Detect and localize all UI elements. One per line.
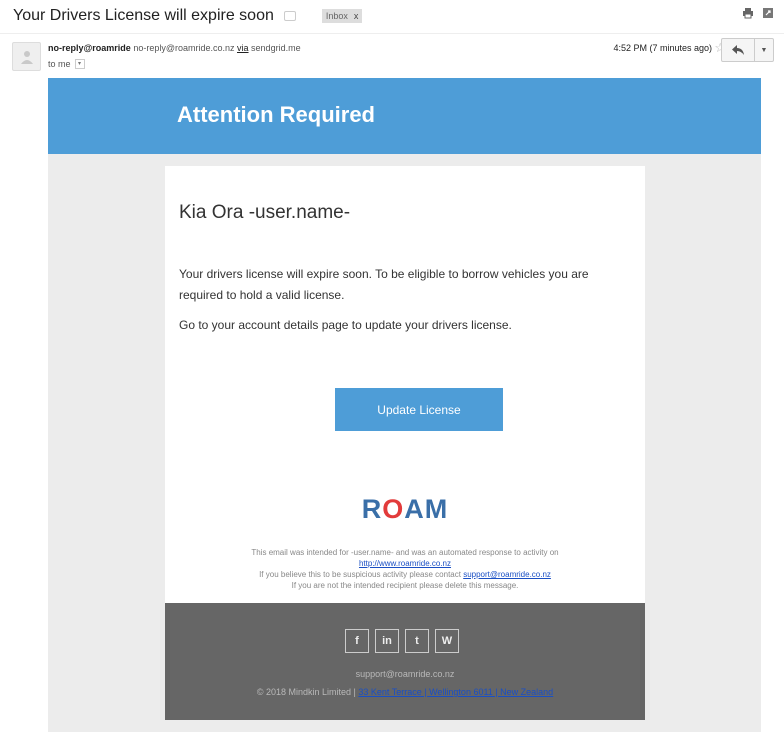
wordpress-icon[interactable]: W	[435, 629, 459, 653]
disclaimer: This email was intended for -user.name- …	[165, 547, 645, 591]
inbox-label-text: Inbox	[325, 11, 348, 21]
email-footer: f in t W support@roamride.co.nz © 2018 M…	[165, 603, 645, 720]
header-banner: Attention Required	[48, 78, 761, 154]
reply-button-group: ▼	[721, 38, 774, 62]
message-paragraph-1: Your drivers license will expire soon. T…	[179, 267, 589, 302]
greeting: Kia Ora -user.name-	[179, 202, 351, 223]
disclaimer-line-3: If you are not the intended recipient pl…	[291, 581, 519, 590]
message-paragraph-2: Go to your account details page to updat…	[179, 318, 512, 332]
avatar-icon	[12, 42, 41, 71]
print-icon[interactable]	[742, 7, 754, 19]
support-link[interactable]: support@roamride.co.nz	[463, 570, 551, 579]
thread-actions	[742, 7, 774, 19]
facebook-icon[interactable]: f	[345, 629, 369, 653]
remove-label-button[interactable]: x	[354, 11, 359, 21]
disclaimer-line-1: This email was intended for -user.name- …	[251, 548, 559, 557]
twitter-icon[interactable]: t	[405, 629, 429, 653]
via-domain: sendgrid.me	[251, 43, 301, 53]
importance-marker-icon[interactable]	[283, 11, 296, 21]
sender-row: no-reply@roamride no-reply@roamride.co.n…	[12, 38, 774, 72]
footer-copyright: © 2018 Mindkin Limited | 33 Kent Terrace…	[165, 687, 645, 697]
email-time: 4:52 PM (7 minutes ago)	[613, 43, 712, 53]
address-link[interactable]: 33 Kent Terrace | Wellington 6011 | New …	[358, 687, 553, 697]
roam-logo: ROAM	[165, 494, 645, 525]
logo-letters-am: AM	[404, 494, 449, 524]
recipient-text: to me	[48, 59, 71, 69]
website-link[interactable]: http://www.roamride.co.nz	[359, 559, 451, 568]
update-license-button[interactable]: Update License	[335, 388, 503, 431]
linkedin-icon[interactable]: in	[375, 629, 399, 653]
social-links: f in t W	[345, 629, 459, 653]
email-body: Attention Required Kia Ora -user.name- Y…	[48, 78, 761, 732]
logo-letter-o: O	[382, 494, 405, 524]
copyright-text: © 2018 Mindkin Limited |	[256, 687, 356, 697]
recipient-line: to me ▾	[48, 59, 85, 69]
logo-letter-r: R	[361, 494, 383, 524]
subject-row: Your Drivers License will expire soon In…	[13, 5, 784, 27]
sender-name[interactable]: no-reply@roamride	[48, 43, 131, 53]
email-subject: Your Drivers License will expire soon	[13, 7, 274, 24]
show-details-icon[interactable]: ▾	[74, 59, 85, 69]
header-divider	[0, 33, 784, 34]
reply-icon[interactable]	[722, 39, 755, 61]
disclaimer-line-2: If you believe this to be suspicious act…	[259, 570, 461, 579]
banner-title: Attention Required	[177, 102, 375, 127]
via-link[interactable]: via	[237, 43, 249, 53]
more-options-icon[interactable]: ▼	[755, 39, 773, 61]
inbox-label[interactable]: Inbox x	[321, 9, 363, 23]
sender-email: no-reply@roamride.co.nz	[133, 43, 235, 53]
footer-support-email: support@roamride.co.nz	[355, 669, 455, 679]
from-line: no-reply@roamride no-reply@roamride.co.n…	[48, 43, 301, 53]
content-card: Kia Ora -user.name- Your drivers license…	[165, 166, 645, 603]
new-window-icon[interactable]	[762, 7, 774, 19]
